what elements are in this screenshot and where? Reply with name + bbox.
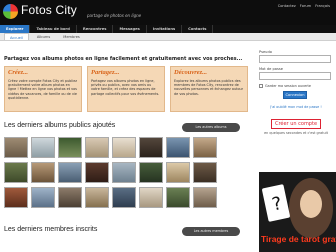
nav-explorer[interactable]: Explorer (0, 25, 31, 33)
feature-box-create: Créez... Créez votre compte Fotos City e… (4, 66, 82, 112)
pseudo-input[interactable] (259, 55, 331, 63)
album-thumbnail[interactable] (193, 137, 217, 158)
album-thumbnail[interactable] (4, 162, 28, 183)
feature-text: Partagez vos albums photos en ligne, pri… (91, 79, 160, 96)
album-thumbnail[interactable] (31, 187, 55, 208)
page-headline: Partagez vos albums photos en ligne faci… (4, 56, 243, 62)
album-thumbnail[interactable] (139, 137, 163, 158)
album-thumbnail[interactable] (166, 137, 190, 158)
remember-checkbox[interactable] (259, 84, 263, 88)
nav-dashboard[interactable]: Tableau de bord (30, 25, 77, 33)
feature-title: Créez... (8, 69, 29, 76)
remember-label: Garder ma session ouverte (265, 84, 311, 88)
feature-boxes: Créez... Créez votre compte Fotos City e… (4, 66, 248, 112)
album-thumbnail[interactable] (4, 137, 28, 158)
tab-members[interactable]: Membres (58, 33, 85, 40)
album-thumbnail[interactable] (139, 187, 163, 208)
pseudo-label: Pseudo (259, 50, 272, 54)
create-account-button[interactable]: Créer un compte (271, 119, 321, 129)
top-link-language[interactable]: Français (315, 4, 330, 8)
album-thumbnail[interactable] (139, 162, 163, 183)
other-members-button[interactable]: Les autres membres (182, 227, 240, 236)
login-button[interactable]: Connexion (283, 91, 307, 99)
members-section-title: Les derniers membres inscrits (4, 226, 98, 233)
tab-home[interactable]: Accueil (4, 33, 29, 40)
logo-text[interactable]: Fotos City (21, 3, 77, 17)
top-link-contact[interactable]: Contactez (278, 4, 296, 8)
album-thumbnail[interactable] (4, 187, 28, 208)
album-thumbnail[interactable] (193, 162, 217, 183)
forgot-password-link[interactable]: J'ai oublié mon mot de passe ! (259, 105, 333, 109)
login-sidebar: Pseudo Mot de passe Garder ma session ou… (259, 50, 333, 135)
tarot-ad-banner[interactable]: ? Tirage de tarot gratuit (259, 172, 336, 252)
password-input[interactable] (259, 72, 331, 80)
album-thumbnail[interactable] (58, 137, 82, 158)
main-nav: Explorer Tableau de bord Rencontres Mess… (0, 25, 336, 33)
password-label: Mot de passe (259, 67, 283, 71)
albums-section-title: Les derniers albums publics ajoutés (4, 122, 116, 129)
nav-invitations[interactable]: Invitations (147, 25, 183, 33)
album-thumbnail[interactable] (112, 137, 136, 158)
album-thumbnail[interactable] (85, 187, 109, 208)
album-thumbnail[interactable] (85, 137, 109, 158)
feature-title: Partagez... (91, 69, 120, 76)
album-thumbnail[interactable] (112, 187, 136, 208)
top-link-forum[interactable]: Forum (300, 4, 311, 8)
album-thumbnail[interactable] (31, 137, 55, 158)
top-links: Contactez Forum Français (278, 4, 330, 8)
nav-messages[interactable]: Messages (113, 25, 147, 33)
nav-meetings[interactable]: Rencontres (77, 25, 114, 33)
feature-box-share: Partagez... Partagez vos albums photos e… (87, 66, 165, 112)
tagline: partage de photos en ligne (87, 13, 142, 18)
album-thumbnail[interactable] (166, 162, 190, 183)
album-thumbnail[interactable] (58, 187, 82, 208)
album-thumbnail[interactable] (31, 162, 55, 183)
logo-icon[interactable] (3, 4, 18, 19)
album-thumbnail[interactable] (112, 162, 136, 183)
album-thumbnail[interactable] (85, 162, 109, 183)
nav-contacts[interactable]: Contacts (182, 25, 214, 33)
other-albums-button[interactable]: Les autres albums (182, 123, 240, 132)
feature-box-discover: Découvrez... Explorez les albums photos … (170, 66, 248, 112)
album-thumbnail[interactable] (58, 162, 82, 183)
top-bar: Fotos City partage de photos en ligne Co… (0, 0, 336, 25)
remember-row: Garder ma session ouverte (259, 84, 333, 88)
ad-text: Tirage de tarot gratuit (261, 234, 336, 244)
feature-text: Créez votre compte Fotos City et publiez… (8, 79, 78, 100)
album-thumbnail[interactable] (193, 187, 217, 208)
sub-nav: Accueil Albums Membres (0, 33, 336, 41)
feature-title: Découvrez... (174, 69, 208, 76)
create-account-subtext: en quelques secondes et c'est gratuit (264, 131, 328, 135)
tab-albums[interactable]: Albums (32, 33, 55, 40)
feature-text: Explorez les albums photos publics des m… (174, 79, 244, 96)
album-thumbnails (4, 137, 217, 208)
album-thumbnail[interactable] (166, 187, 190, 208)
